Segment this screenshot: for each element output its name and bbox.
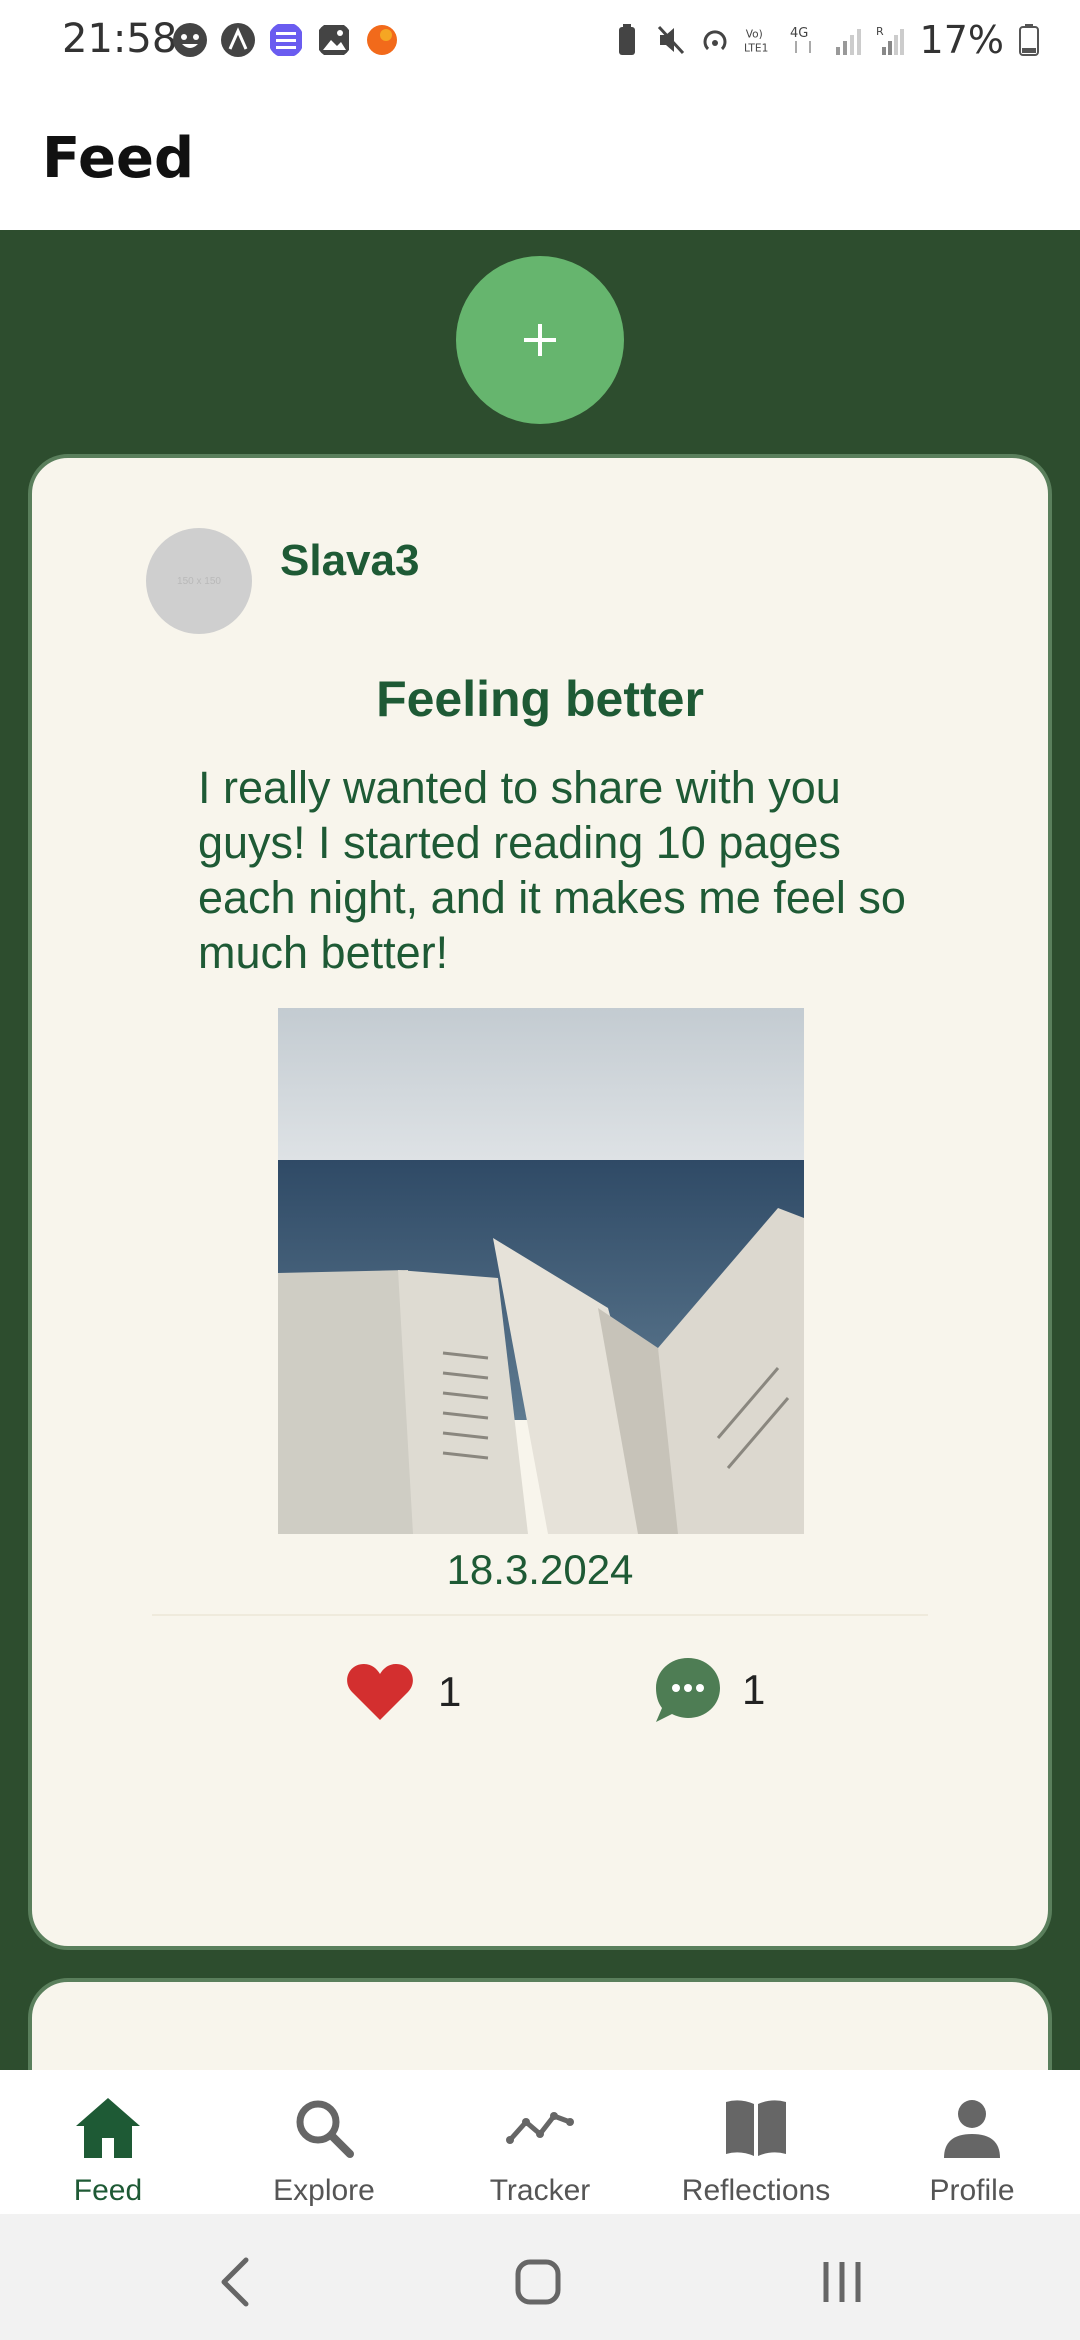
tab-label: Reflections <box>681 2174 831 2207</box>
comment-count: 1 <box>742 1666 766 1713</box>
divider <box>152 1614 928 1616</box>
bottom-nav: Feed Explore Tracker Reflections Profile <box>0 2070 1080 2214</box>
add-post-button[interactable] <box>456 256 624 424</box>
back-icon[interactable] <box>206 2252 266 2312</box>
post-title: Feeling better <box>376 671 704 727</box>
post-card[interactable]: 150 x 150 Slava3 Feeling better I really… <box>28 454 1052 1950</box>
like-button[interactable]: 1 <box>344 1660 461 1724</box>
tab-label: Tracker <box>489 2174 591 2207</box>
tab-label: Explore <box>273 2174 375 2207</box>
home-button-icon[interactable] <box>508 2252 568 2312</box>
post-card[interactable] <box>28 1978 1052 2070</box>
like-count: 1 <box>438 1668 462 1715</box>
hotspot-icon <box>703 30 727 51</box>
post-image[interactable] <box>278 1008 804 1534</box>
status-bar: 21:58 Vo) LTE1 4G R 17% <box>0 0 1080 80</box>
battery-icon <box>1019 24 1039 56</box>
battery-percent: 17% <box>919 18 1004 62</box>
svg-text:4G: 4G <box>790 26 808 41</box>
svg-text:LTE1: LTE1 <box>744 42 768 54</box>
home-icon <box>76 2098 140 2158</box>
tab-label: Feed <box>73 2174 143 2207</box>
tab-profile[interactable]: Profile <box>864 2070 1080 2214</box>
person-icon <box>944 2100 1000 2158</box>
signal-icon <box>835 29 861 55</box>
4g-icon: 4G <box>790 26 811 53</box>
arch-icon <box>221 23 255 57</box>
volte-icon: Vo) LTE1 <box>744 28 768 54</box>
svg-text:R: R <box>876 25 884 38</box>
app-header: Feed <box>0 80 1080 230</box>
post-username[interactable]: Slava3 <box>280 536 419 586</box>
comment-icon <box>656 1658 720 1722</box>
heart-icon <box>347 1664 413 1720</box>
face-icon <box>173 23 207 57</box>
signal-r-icon: R <box>876 25 904 55</box>
image-icon <box>319 25 349 55</box>
list-icon <box>270 24 302 56</box>
system-nav-bar <box>0 2214 1080 2340</box>
notification-icons <box>172 22 400 58</box>
status-time: 21:58 <box>62 16 178 62</box>
books-by-sea-image <box>278 1008 804 1534</box>
tab-label: Profile <box>929 2174 1015 2207</box>
battery-saver-icon <box>618 24 635 55</box>
recent-apps-icon[interactable] <box>812 2252 872 2312</box>
feed-list[interactable]: 150 x 150 Slava3 Feeling better I really… <box>0 230 1080 2070</box>
status-right: Vo) LTE1 4G R 17% <box>612 18 1040 62</box>
trend-line-icon <box>506 2112 574 2144</box>
post-body: I really wanted to share with you guys! … <box>198 762 906 978</box>
mute-icon <box>657 25 684 55</box>
tab-feed[interactable]: Feed <box>0 2070 216 2214</box>
tab-explore[interactable]: Explore <box>216 2070 432 2214</box>
page-title: Feed <box>42 126 195 191</box>
svg-text:Vo): Vo) <box>745 28 762 40</box>
plus-icon <box>524 324 556 356</box>
tab-tracker[interactable]: Tracker <box>432 2070 648 2214</box>
book-icon <box>726 2100 786 2156</box>
comment-button[interactable]: 1 <box>652 1654 765 1726</box>
post-date: 18.3.2024 <box>446 1546 634 1593</box>
tab-reflections[interactable]: Reflections <box>648 2070 864 2214</box>
avatar[interactable]: 150 x 150 <box>146 528 252 634</box>
search-icon <box>296 2100 354 2158</box>
orange-dot-icon <box>367 25 397 55</box>
